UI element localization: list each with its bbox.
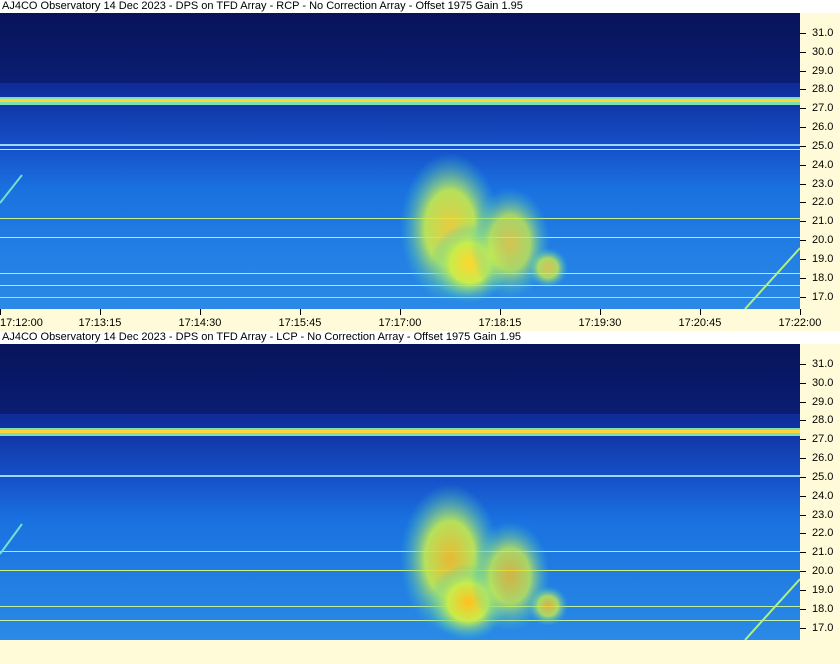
freq-tick-label: 22.0 <box>812 527 834 540</box>
freq-tick <box>800 495 806 497</box>
lcp-frequency-axis: 31.0 30.0 29.0 28.0 27.0 26.0 25.0 24.0 23.0 22.0… <box>800 344 840 640</box>
freq-tick-label: 29.0 <box>812 395 834 408</box>
time-tick <box>800 309 801 315</box>
time-tick-label: 17:19:30 <box>578 317 622 329</box>
freq-tick <box>800 458 806 460</box>
freq-tick <box>800 183 806 185</box>
freq-tick-label: 27.0 <box>812 433 834 446</box>
time-tick <box>700 309 701 315</box>
freq-tick-label: 31.0 <box>812 357 834 370</box>
freq-tick <box>800 401 806 403</box>
freq-tick <box>800 590 806 592</box>
freq-tick-label: 27.0 <box>812 102 834 115</box>
time-tick-label: 17:13:15 <box>78 317 122 329</box>
rcp-frequency-axis: 31.0 30.0 29.0 28.0 27.0 26.0 25.0 24.0 23.0 22.0… <box>800 13 840 309</box>
freq-tick <box>800 552 806 554</box>
freq-tick <box>800 259 806 261</box>
freq-tick-label: 30.0 <box>812 376 834 389</box>
freq-tick <box>800 296 806 298</box>
freq-tick <box>800 89 806 91</box>
time-tick <box>400 309 401 315</box>
freq-tick-label: 23.0 <box>812 508 834 521</box>
time-tick-label: 17:18:15 <box>478 317 522 329</box>
lcp-panel: AJ4CO Observatory 14 Dec 2023 - DPS on T… <box>0 331 840 664</box>
time-tick-label: 17:12:00 <box>0 317 43 329</box>
freq-tick <box>800 51 806 53</box>
lcp-title: AJ4CO Observatory 14 Dec 2023 - DPS on T… <box>0 331 840 344</box>
freq-tick <box>800 439 806 441</box>
freq-tick <box>800 608 806 610</box>
lcp-spectrogram <box>0 344 800 640</box>
time-tick-label: 17:22:00 <box>778 317 822 329</box>
time-tick <box>500 309 501 315</box>
freq-tick-label: 18.0 <box>812 271 834 284</box>
freq-tick-label: 17.0 <box>812 290 834 303</box>
freq-tick-label: 29.0 <box>812 64 834 77</box>
freq-tick-label: 24.0 <box>812 489 834 502</box>
time-tick-label: 17:17:00 <box>378 317 422 329</box>
freq-tick-label: 20.0 <box>812 565 834 578</box>
freq-tick <box>800 627 806 629</box>
time-tick <box>100 309 101 315</box>
freq-tick <box>800 277 806 279</box>
time-tick-label: 17:15:45 <box>278 317 322 329</box>
freq-tick-label: 19.0 <box>812 584 834 597</box>
freq-tick <box>800 164 806 166</box>
freq-tick-label: 20.0 <box>812 234 834 247</box>
time-tick <box>600 309 601 315</box>
freq-tick-label: 24.0 <box>812 158 834 171</box>
freq-tick-label: 25.0 <box>812 470 834 483</box>
freq-tick <box>800 127 806 129</box>
time-tick-label: 17:20:45 <box>678 317 722 329</box>
freq-tick <box>800 70 806 72</box>
freq-tick-label: 26.0 <box>812 452 834 465</box>
freq-tick <box>800 420 806 422</box>
freq-tick <box>800 221 806 223</box>
freq-tick-label: 22.0 <box>812 196 834 209</box>
freq-tick-label: 21.0 <box>812 546 834 559</box>
lcp-time-axis <box>0 640 840 664</box>
freq-tick-label: 19.0 <box>812 253 834 266</box>
freq-tick <box>800 571 806 573</box>
freq-tick <box>800 145 806 147</box>
freq-tick <box>800 382 806 384</box>
freq-tick <box>800 533 806 535</box>
freq-tick-label: 17.0 <box>812 621 834 634</box>
time-tick-label: 17:14:30 <box>178 317 222 329</box>
time-tick <box>200 309 201 315</box>
freq-tick <box>800 202 806 204</box>
freq-tick-label: 18.0 <box>812 602 834 615</box>
freq-tick <box>800 240 806 242</box>
freq-tick-label: 21.0 <box>812 215 834 228</box>
freq-tick-label: 25.0 <box>812 139 834 152</box>
time-tick <box>0 309 1 315</box>
rcp-panel: AJ4CO Observatory 14 Dec 2023 - DPS on T… <box>0 0 840 331</box>
freq-tick-label: 31.0 <box>812 26 834 39</box>
rcp-spectrogram <box>0 13 800 309</box>
freq-tick-label: 30.0 <box>812 45 834 58</box>
time-tick <box>300 309 301 315</box>
freq-tick-label: 23.0 <box>812 177 834 190</box>
freq-tick-label: 26.0 <box>812 121 834 134</box>
rcp-time-axis: 17:12:00 17:13:15 17:14:30 17:15:45 17:17:00… <box>0 309 840 331</box>
freq-tick <box>800 108 806 110</box>
freq-tick <box>800 514 806 516</box>
rcp-title: AJ4CO Observatory 14 Dec 2023 - DPS on T… <box>0 0 840 13</box>
freq-tick <box>800 363 806 365</box>
freq-tick-label: 28.0 <box>812 83 834 96</box>
freq-tick <box>800 476 806 478</box>
freq-tick <box>800 32 806 34</box>
freq-tick-label: 28.0 <box>812 414 834 427</box>
